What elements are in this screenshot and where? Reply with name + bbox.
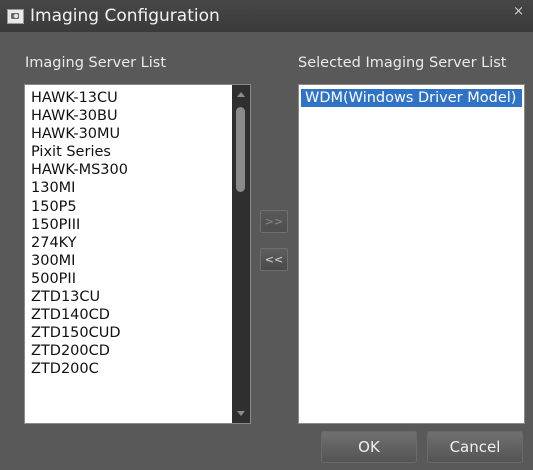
list-item[interactable]: HAWK-30MU [25, 125, 250, 143]
selected-imaging-server-list-label: Selected Imaging Server List [298, 55, 507, 71]
list-item[interactable]: ZTD200C [25, 360, 250, 378]
selected-imaging-server-listbox[interactable]: WDM(Windows Driver Model) [298, 84, 525, 424]
vertical-scrollbar[interactable] [232, 85, 250, 423]
window-title: Imaging Configuration [30, 6, 220, 26]
remove-server-button[interactable]: << [260, 248, 288, 271]
list-item[interactable]: 150PIII [25, 216, 250, 234]
close-icon[interactable]: × [513, 5, 524, 19]
list-item[interactable]: Pixit Series [25, 143, 250, 161]
list-item[interactable]: 274KY [25, 234, 250, 252]
list-item[interactable]: 500PII [25, 270, 250, 288]
selected-server-items: WDM(Windows Driver Model) [299, 89, 524, 108]
imaging-server-items: HAWK-13CU HAWK-30BU HAWK-30MU Pixit Series H… [25, 85, 250, 379]
camera-app-icon [7, 9, 24, 24]
list-item[interactable]: ZTD150CUD [25, 324, 250, 342]
list-item[interactable]: HAWK-MS300 [25, 161, 250, 179]
scroll-up-arrow-icon[interactable] [237, 92, 245, 97]
ok-button[interactable]: OK [321, 431, 417, 463]
scrollbar-thumb[interactable] [236, 107, 245, 192]
list-item[interactable]: HAWK-13CU [25, 89, 250, 107]
list-item[interactable]: ZTD13CU [25, 288, 250, 306]
add-server-button[interactable]: >> [260, 210, 288, 233]
imaging-server-list-label: Imaging Server List [25, 55, 167, 71]
scroll-down-arrow-icon[interactable] [237, 411, 245, 416]
list-item[interactable]: 150P5 [25, 198, 250, 216]
list-item[interactable]: ZTD140CD [25, 306, 250, 324]
imaging-configuration-dialog: Imaging Configuration × Imaging Server L… [0, 0, 533, 470]
title-bar[interactable]: Imaging Configuration × [0, 0, 533, 32]
cancel-button[interactable]: Cancel [427, 431, 523, 463]
list-item[interactable]: 300MI [25, 252, 250, 270]
selected-list-item[interactable]: WDM(Windows Driver Model) [301, 89, 522, 108]
list-item[interactable]: HAWK-30BU [25, 107, 250, 125]
list-item[interactable]: 130MI [25, 179, 250, 197]
list-item[interactable]: ZTD200CD [25, 342, 250, 360]
imaging-server-listbox[interactable]: HAWK-13CU HAWK-30BU HAWK-30MU Pixit Series H… [24, 84, 251, 424]
